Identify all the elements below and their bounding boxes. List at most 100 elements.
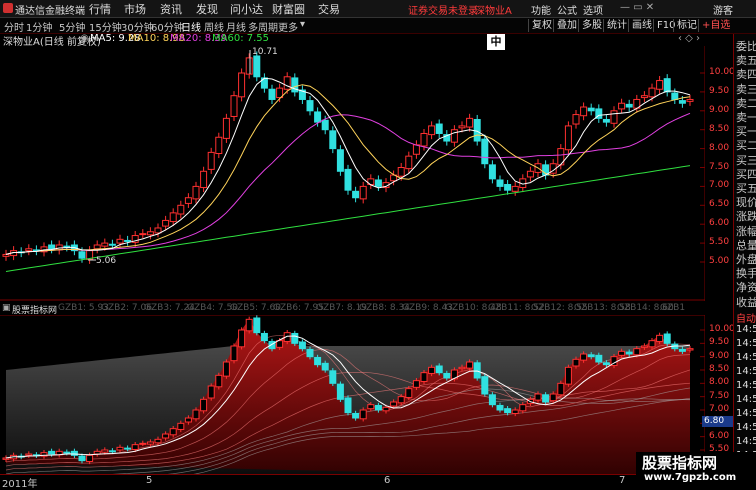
indicator-candle-body	[192, 409, 200, 420]
candle-body	[192, 185, 200, 200]
indicator-candle-body	[390, 401, 398, 407]
adjust-button[interactable]: 复权	[528, 19, 555, 32]
indicator-candle-body	[458, 366, 466, 370]
candle-body	[352, 190, 360, 199]
menu-news[interactable]: 资讯	[160, 1, 182, 17]
candle-body	[146, 231, 154, 236]
indicator-candle-body	[177, 422, 185, 430]
stats-button[interactable]: 统计	[603, 19, 630, 32]
indicator-candle-body	[420, 372, 428, 382]
login-notice[interactable]: 证券交易未登录	[408, 2, 478, 17]
menu-trade[interactable]: 交易	[318, 1, 340, 17]
candle-body	[253, 55, 261, 78]
side-tick-8: 14:50	[736, 422, 756, 433]
indicator-candle-body	[488, 394, 496, 406]
price-tick-4: 8.00	[709, 142, 730, 153]
indicator-candle-body	[222, 361, 230, 377]
menu-options[interactable]: 选项	[583, 2, 603, 17]
candle-body	[526, 170, 534, 178]
stock-name: 深物业A	[475, 6, 512, 17]
candle-body	[564, 125, 572, 151]
indicator-candle-body	[557, 382, 565, 396]
gzb-item-14: GZB1	[660, 303, 686, 313]
indicator-candle-body	[48, 450, 56, 455]
period-daily[interactable]: 日线	[181, 19, 201, 34]
indicator-tick-4: 8.00	[709, 377, 730, 388]
period-multi[interactable]: 多周期	[248, 19, 278, 34]
menu-discover[interactable]: 发现	[196, 1, 218, 17]
price-tag: 6.80	[702, 416, 734, 427]
period-15min[interactable]: 15分钟	[89, 19, 122, 34]
indicator-candle-body	[618, 350, 626, 356]
period-toolbar: 分时 1分钟 5分钟 15分钟 30分钟 60分钟 日线 周线 月线 多周期 更…	[0, 18, 756, 48]
indicator-candle-body	[298, 341, 306, 350]
candle-body	[2, 253, 10, 257]
main-kline-chart[interactable]: 10.71 5.06	[0, 46, 705, 301]
menu-quotes[interactable]: 行情	[89, 1, 111, 17]
nav-arrows-icon[interactable]: ‹ ◇ ›	[678, 33, 700, 44]
side-tick-1: 14:50	[736, 324, 756, 335]
x-label-6: 6	[384, 475, 391, 486]
indicator-candle-body	[230, 345, 238, 362]
indicator-tick-0: 10.00	[709, 324, 735, 334]
indicator-candle-body	[116, 446, 124, 451]
menu-function[interactable]: 功能	[531, 2, 551, 17]
menu-guest[interactable]: 游客	[713, 2, 733, 17]
indicator-tick-6: 7.00	[709, 404, 730, 414]
indicator-chart[interactable]	[0, 315, 705, 474]
chevron-down-icon[interactable]: ▾	[300, 19, 305, 30]
indicator-candle-body	[656, 334, 664, 342]
period-1min[interactable]: 1分钟	[26, 19, 52, 34]
draw-button[interactable]: 画线	[628, 19, 655, 32]
menu-wealth-circle[interactable]: 财富圈	[272, 1, 305, 17]
menu-market[interactable]: 市场	[124, 1, 146, 17]
candle-body	[572, 114, 580, 125]
menu-formula[interactable]: 公式	[557, 2, 577, 17]
indicator-candle-body	[595, 354, 603, 363]
candle-body	[618, 102, 626, 110]
price-tick-5: 7.50	[709, 161, 730, 172]
candle-body	[162, 219, 170, 227]
candle-body	[420, 132, 428, 147]
menu-ask-xiaoda[interactable]: 问小达	[230, 1, 263, 17]
candle-body	[329, 130, 337, 150]
candle-body	[93, 244, 101, 250]
period-monthly[interactable]: 月线	[226, 19, 246, 34]
indicator-tick-1: 9.50	[709, 337, 730, 348]
period-60min[interactable]: 60分钟	[151, 19, 184, 34]
period-more[interactable]: 更多	[278, 19, 298, 34]
candle-body	[245, 57, 253, 75]
period-30min[interactable]: 30分钟	[121, 19, 154, 34]
indicator-candle-body	[640, 345, 648, 348]
period-tick[interactable]: 分时	[4, 19, 24, 34]
indicator-tick-2: 9.00	[709, 350, 730, 361]
settings-dot-icon[interactable]: ◉	[80, 33, 89, 44]
candle-body	[101, 242, 109, 247]
indicator-candle-body	[238, 329, 246, 348]
indicator-tick-3: 8.50	[709, 364, 730, 374]
candle-body	[504, 184, 512, 191]
watermark-url: www.7gpzb.com	[644, 472, 737, 483]
add-watchlist-button[interactable]: +自选	[698, 19, 733, 32]
indicator-candle-body	[70, 450, 78, 456]
period-5min[interactable]: 5分钟	[59, 19, 85, 34]
indicator-candle-body	[162, 433, 170, 439]
overlay-button[interactable]: 叠加	[553, 19, 580, 32]
watermark-title: 股票指标网	[642, 454, 718, 472]
window-controls-icon[interactable]: — ▭ ✕	[620, 2, 654, 13]
indicator-candle-body	[504, 408, 512, 414]
candle-body	[306, 100, 314, 112]
mark-button[interactable]: 标记	[673, 19, 700, 32]
indicator-candle-body	[564, 366, 572, 385]
indicator-candle-body	[184, 417, 192, 423]
candle-body	[610, 110, 618, 124]
side-tick-5: 14:50	[736, 380, 756, 391]
multi-stock-button[interactable]: 多股	[578, 19, 605, 32]
price-tick-2: 9.00	[709, 104, 730, 115]
indicator-icon[interactable]: ▣	[2, 303, 11, 313]
period-weekly[interactable]: 周线	[204, 19, 224, 34]
indicator-candle-body	[215, 374, 223, 388]
candle-body	[124, 239, 132, 242]
candle-body	[314, 111, 322, 123]
indicator-candle-body	[405, 388, 413, 398]
